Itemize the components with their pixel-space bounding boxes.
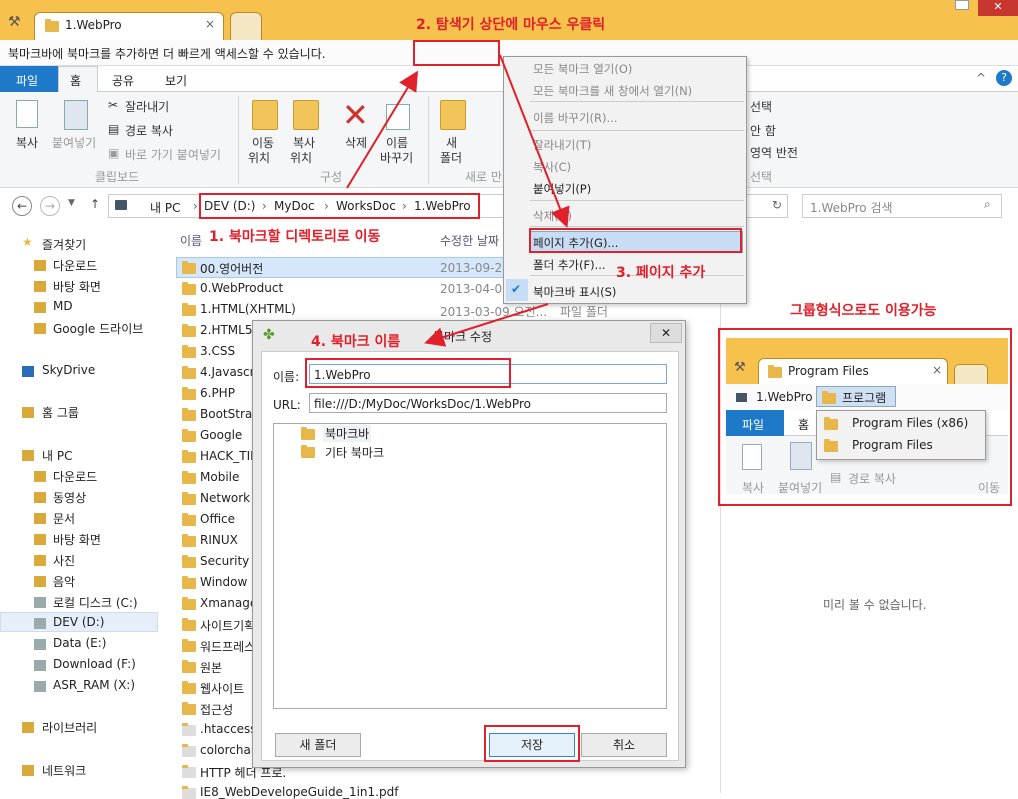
arrow-3: [424, 303, 549, 347]
annotation-2: 2. 탐색기 상단에 마우스 우클릭: [416, 17, 606, 33]
annotation-5: 그룹형식으로도 이용가능: [790, 303, 937, 319]
annotation-3: 3. 페이지 추가: [616, 265, 706, 281]
annotation-arrows: [346, 54, 570, 347]
annotation-1: 1. 북마크할 디렉토리로 이동: [209, 229, 381, 245]
arrow-1: [346, 70, 419, 189]
annotation-4: 4. 북마크 이름: [311, 334, 401, 350]
arrow-2: [499, 54, 570, 228]
